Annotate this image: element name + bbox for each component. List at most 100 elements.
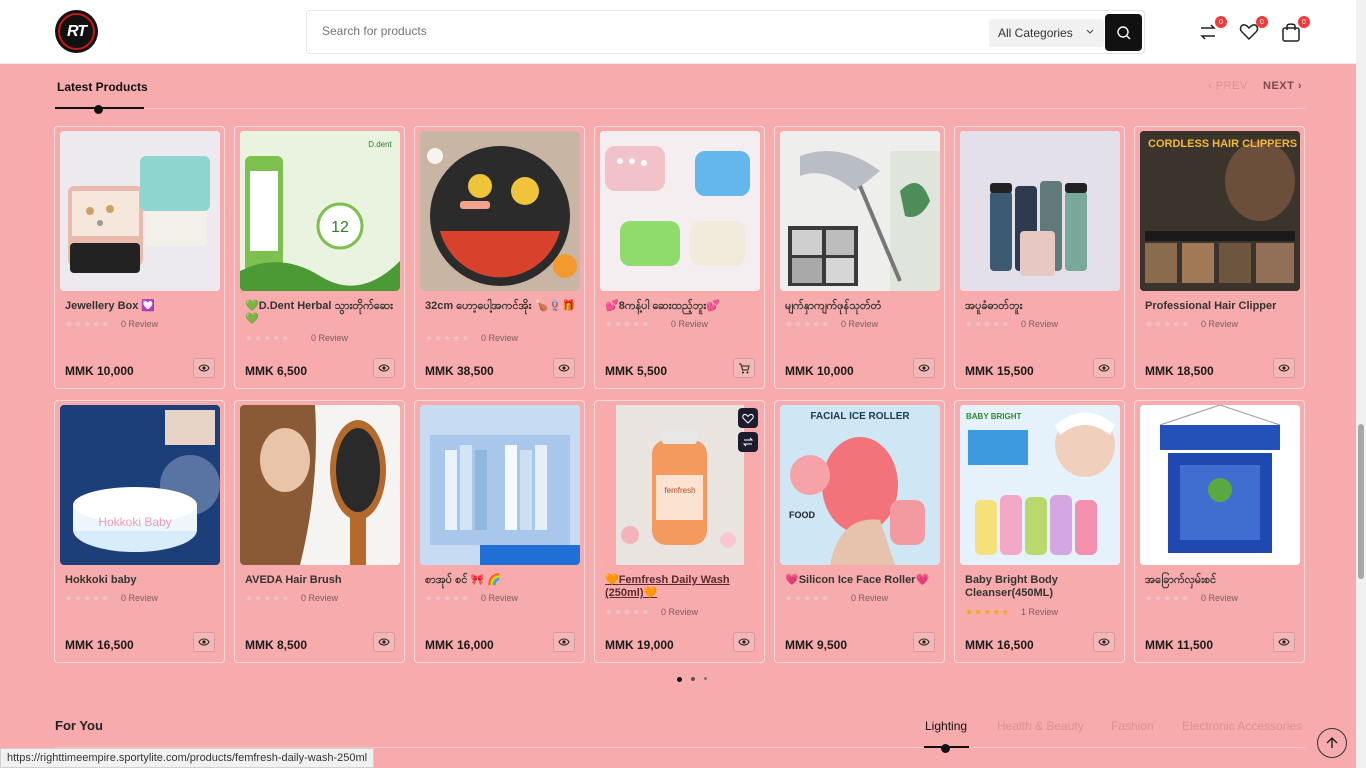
site-logo[interactable]: RT: [55, 10, 98, 53]
product-card[interactable]: အခြောက်လှမ်းစင် ★★★★★ 0 Review MMK 11,50…: [1134, 400, 1305, 663]
quick-view-button[interactable]: [373, 632, 395, 652]
product-name[interactable]: Baby Bright Body Cleanser(450ML): [965, 574, 1117, 600]
quick-view-button[interactable]: [553, 358, 575, 378]
product-image[interactable]: 12 D.dent: [240, 131, 400, 291]
svg-text:12: 12: [331, 219, 349, 236]
link-preview-statusbar: https://righttimeempire.sportylite.com/p…: [0, 748, 375, 768]
product-card[interactable]: CORDLESS HAIR CLIPPERS Professional Hair…: [1134, 126, 1305, 389]
product-name[interactable]: Hokkoki baby: [65, 574, 217, 587]
review-count: 0 Review: [481, 593, 519, 603]
add-to-wishlist-button[interactable]: [738, 408, 758, 428]
category-select[interactable]: All Categories: [989, 19, 1104, 47]
product-image[interactable]: [960, 131, 1120, 291]
next-label: NEXT: [1263, 80, 1295, 92]
product-image[interactable]: [780, 131, 940, 291]
add-to-cart-button[interactable]: [733, 358, 755, 378]
quick-view-button[interactable]: [553, 632, 575, 652]
eye-icon: [1278, 638, 1290, 646]
carousel-dot[interactable]: [691, 677, 695, 681]
quick-view-button[interactable]: [1093, 632, 1115, 652]
product-name[interactable]: 💕8ကန့်ပါ ဆေးထည့်ဘူး💕: [605, 300, 757, 313]
next-button[interactable]: NEXT ›: [1263, 80, 1302, 92]
product-card[interactable]: အပူခံဓာတ်ဘူး ★★★★★ 0 Review MMK 15,500: [954, 126, 1125, 389]
product-name[interactable]: Jewellery Box 💟: [65, 300, 217, 313]
eye-icon: [1098, 364, 1110, 372]
compare-button[interactable]: 0: [1197, 16, 1227, 43]
tab-lighting[interactable]: Lighting: [925, 719, 967, 733]
product-card[interactable]: FACIAL ICE ROLLER FOOD 💗Silicon Ice Face…: [774, 400, 945, 663]
carousel-dot-active[interactable]: [677, 677, 682, 682]
review-count: 1 Review: [1021, 607, 1059, 617]
tab-fashion[interactable]: Fashion: [1111, 719, 1154, 733]
product-image[interactable]: [600, 131, 760, 291]
product-image[interactable]: FACIAL ICE ROLLER FOOD: [780, 405, 940, 565]
product-image[interactable]: BABY BRIGHT: [960, 405, 1120, 565]
quick-view-button[interactable]: [1273, 358, 1295, 378]
scroll-to-top-button[interactable]: [1317, 728, 1347, 758]
product-image[interactable]: CORDLESS HAIR CLIPPERS: [1140, 131, 1300, 291]
search-input[interactable]: [322, 24, 972, 38]
wishlist-button[interactable]: 0: [1238, 16, 1268, 43]
product-name[interactable]: 32cm ဟော့ပေါ့အကင်အိုး 🍗🪢🎁: [425, 300, 577, 313]
cart-button[interactable]: 0: [1280, 16, 1310, 43]
product-card[interactable]: BABY BRIGHT Baby Bright Body Cleanser(45…: [954, 400, 1125, 663]
product-card[interactable]: 💕8ကန့်ပါ ဆေးထည့်ဘူး💕 ★★★★★ 0 Review MMK …: [594, 126, 765, 389]
quick-view-button[interactable]: [1093, 358, 1115, 378]
arrow-up-icon: [1326, 737, 1338, 748]
product-card[interactable]: AVEDA Hair Brush ★★★★★ 0 Review MMK 8,50…: [234, 400, 405, 663]
add-to-compare-button[interactable]: [738, 432, 758, 452]
page-scrollbar[interactable]: [1356, 0, 1366, 768]
product-card[interactable]: မျက်နှာကျက်ဖုန်သုတ်တံ ★★★★★ 0 Review MMK…: [774, 126, 945, 389]
quick-view-button[interactable]: [913, 632, 935, 652]
product-name[interactable]: 💗Silicon Ice Face Roller💗: [785, 574, 937, 587]
rating-stars: ★★★★★: [65, 593, 111, 603]
product-image[interactable]: Hokkoki Baby: [60, 405, 220, 565]
active-dot: [94, 105, 103, 114]
product-name[interactable]: 💚D.Dent Herbal သွားတိုက်ဆေး💚: [245, 300, 397, 326]
rating-stars: ★★★★★: [65, 319, 111, 329]
product-card[interactable]: စာအုပ် စင် 🎀 🌈 ★★★★★ 0 Review MMK 16,000: [414, 400, 585, 663]
ddent-brand-text: D.dent: [368, 140, 392, 149]
product-name[interactable]: Professional Hair Clipper: [1145, 300, 1297, 313]
product-image[interactable]: [420, 131, 580, 291]
product-price: MMK 19,000: [605, 638, 674, 652]
search-button[interactable]: [1105, 14, 1142, 51]
product-price: MMK 15,500: [965, 364, 1034, 378]
product-card[interactable]: Hokkoki Baby Hokkoki baby ★★★★★ 0 Review…: [54, 400, 225, 663]
quick-view-button[interactable]: [373, 358, 395, 378]
product-image[interactable]: [1140, 405, 1300, 565]
quick-view-button[interactable]: [193, 358, 215, 378]
for-you-title: For You: [55, 718, 103, 733]
product-card[interactable]: femfresh 🧡Femfresh Daily Wash (250ml)🧡 ★…: [594, 400, 765, 663]
eye-icon: [918, 364, 930, 372]
tab-health-beauty[interactable]: Health & Beauty: [997, 719, 1084, 733]
product-price: MMK 6,500: [245, 364, 308, 378]
eye-icon: [558, 638, 570, 646]
product-price: MMK 16,000: [425, 638, 494, 652]
carousel-dot[interactable]: [704, 677, 707, 680]
quick-view-button[interactable]: [1273, 632, 1295, 652]
product-price: MMK 9,500: [785, 638, 848, 652]
product-name[interactable]: 🧡Femfresh Daily Wash (250ml)🧡: [605, 574, 757, 600]
quick-view-button[interactable]: [733, 632, 755, 652]
tab-electronic-accessories[interactable]: Electronic Accessories: [1182, 719, 1302, 733]
product-card[interactable]: 12 D.dent 💚D.Dent Herbal သွားတိုက်ဆေး💚 ★…: [234, 126, 405, 389]
quick-view-button[interactable]: [913, 358, 935, 378]
product-name[interactable]: စာအုပ် စင် 🎀 🌈: [425, 574, 577, 587]
product-name[interactable]: အပူခံဓာတ်ဘူး: [965, 300, 1117, 313]
product-image[interactable]: [420, 405, 580, 565]
product-name[interactable]: AVEDA Hair Brush: [245, 574, 397, 587]
product-name[interactable]: အခြောက်လှမ်းစင်: [1145, 574, 1297, 587]
scrollbar-thumb[interactable]: [1358, 424, 1364, 579]
product-card[interactable]: 32cm ဟော့ပေါ့အကင်အိုး 🍗🪢🎁 ★★★★★ 0 Review…: [414, 126, 585, 389]
product-name[interactable]: မျက်နှာကျက်ဖုန်သုတ်တံ: [785, 300, 937, 313]
product-image[interactable]: [60, 131, 220, 291]
prev-button[interactable]: ‹ PREV: [1208, 80, 1248, 92]
rating-stars: ★★★★★: [605, 607, 651, 617]
product-image[interactable]: femfresh: [600, 405, 760, 565]
product-card[interactable]: Jewellery Box 💟 ★★★★★ 0 Review MMK 10,00…: [54, 126, 225, 389]
rating-stars: ★★★★★: [245, 333, 291, 343]
quick-view-button[interactable]: [193, 632, 215, 652]
product-image[interactable]: [240, 405, 400, 565]
site-header: RT All Categories 0 0 0: [0, 0, 1356, 64]
